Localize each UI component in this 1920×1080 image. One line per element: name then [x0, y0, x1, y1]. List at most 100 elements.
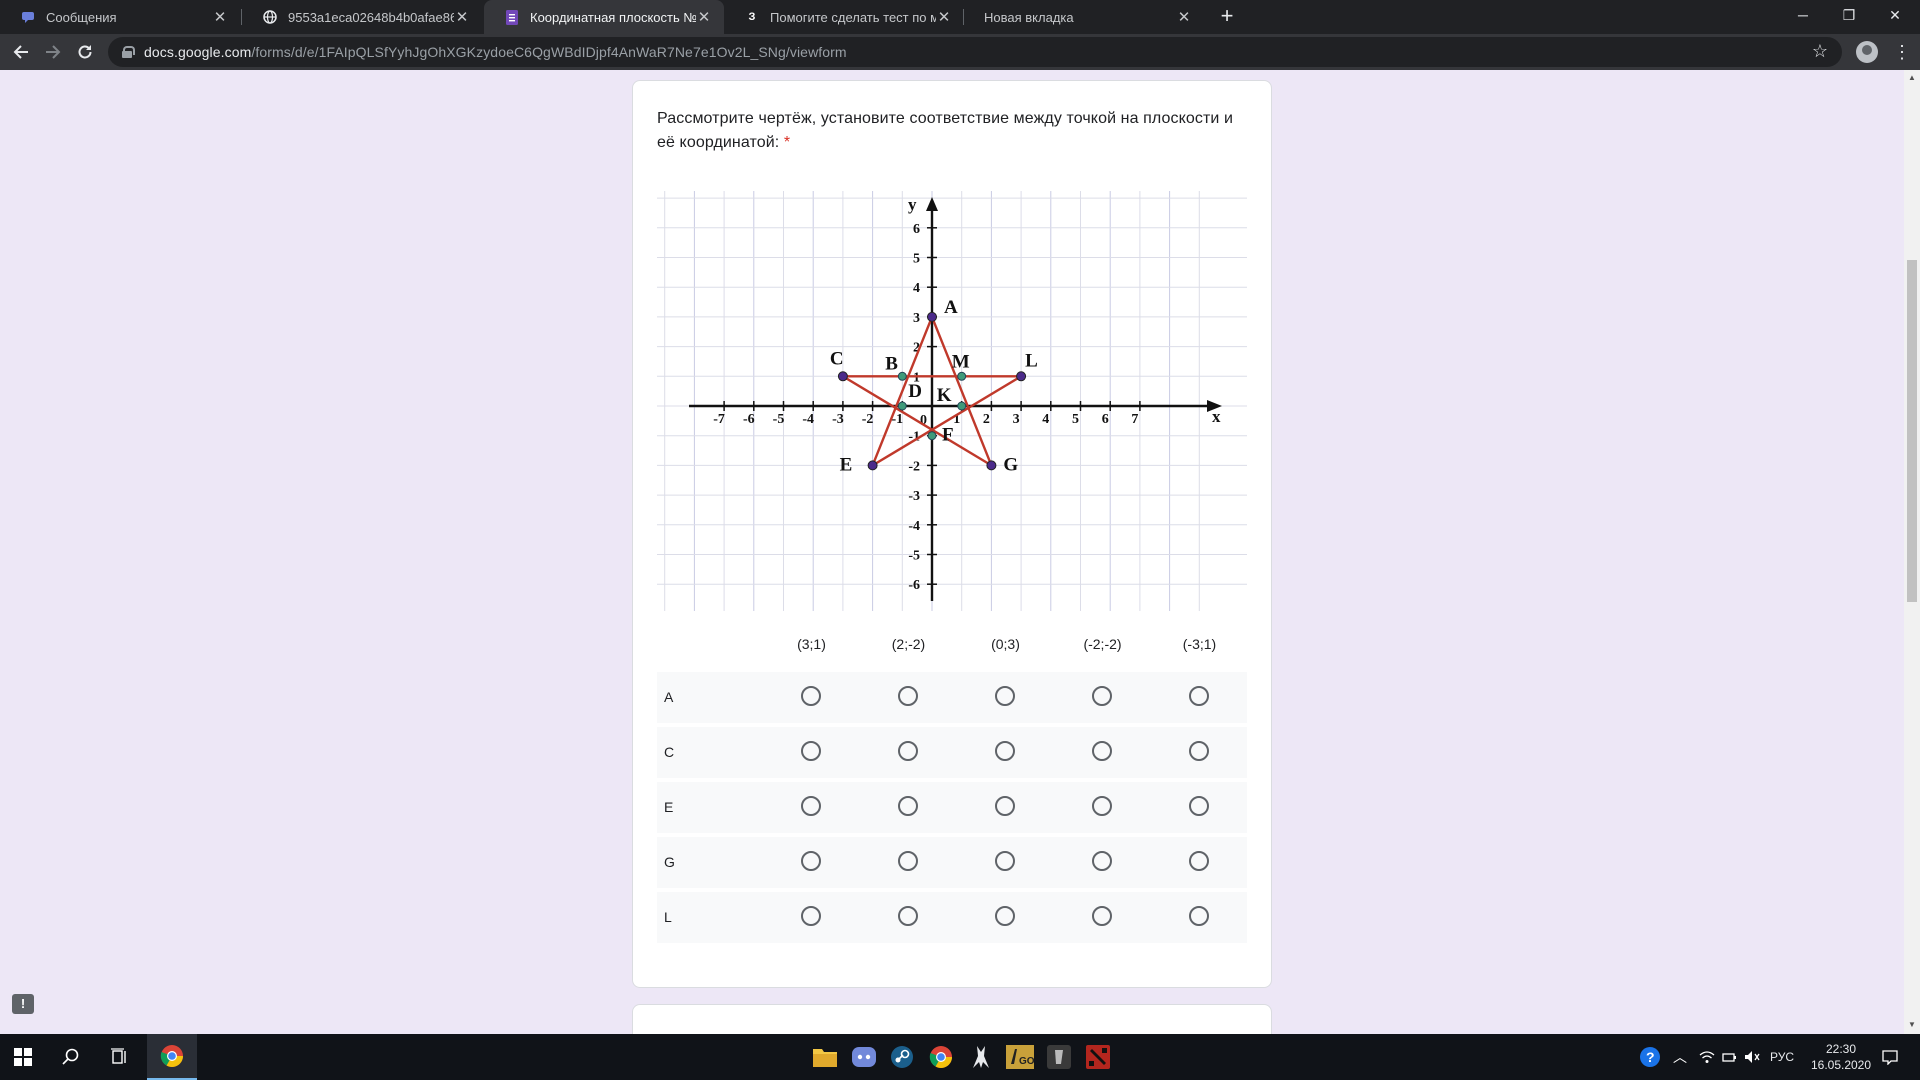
point-a	[927, 311, 937, 322]
next-question-card	[632, 1004, 1272, 1034]
radio-g-option-4[interactable]	[1092, 851, 1112, 871]
radio-l-option-4[interactable]	[1092, 906, 1112, 926]
restore-button[interactable]: ❐	[1826, 0, 1872, 30]
y-tick-label: -2	[908, 459, 920, 474]
close-window-button[interactable]: ✕	[1872, 0, 1918, 30]
close-tab-icon[interactable]: ✕	[212, 8, 228, 26]
radio-l-option-3[interactable]	[995, 906, 1015, 926]
help-tray-icon[interactable]: ?	[1630, 1034, 1670, 1080]
app-tile-icon	[1047, 1045, 1071, 1069]
taskbar-chrome-active[interactable]	[147, 1034, 197, 1080]
grid-column-header: (3;1)	[797, 636, 826, 652]
profile-avatar[interactable]	[1856, 41, 1878, 63]
radio-c-option-4[interactable]	[1092, 741, 1112, 761]
radio-l-option-5[interactable]	[1189, 906, 1209, 926]
back-button[interactable]	[7, 38, 35, 66]
point-g	[986, 460, 997, 471]
radio-l-option-1[interactable]	[801, 906, 821, 926]
browser-menu-icon[interactable]: ⋮	[1893, 38, 1911, 66]
radio-g-option-1[interactable]	[801, 851, 821, 871]
close-tab-icon[interactable]: ✕	[936, 8, 952, 26]
x-tick-label: 7	[1131, 412, 1138, 427]
point-label-a: A	[944, 297, 958, 318]
wifi-icon	[1699, 1051, 1715, 1063]
address-bar[interactable]: docs.google.com/forms/d/e/1FAIpQLSfYyhJg…	[108, 37, 1842, 67]
question-title: Рассмотрите чертёж, установите соответст…	[657, 107, 1247, 155]
radio-a-option-3[interactable]	[995, 686, 1015, 706]
chrome-icon	[160, 1045, 183, 1067]
radio-e-option-4[interactable]	[1092, 796, 1112, 816]
speaker-icon	[1745, 1051, 1760, 1063]
radio-e-option-5[interactable]	[1189, 796, 1209, 816]
point-label-b: B	[885, 353, 898, 374]
windows-logo-icon	[14, 1048, 32, 1066]
tab-image-hash[interactable]: 9553a1eca02648b4b0afae868414 ✕	[242, 0, 482, 34]
clock-time[interactable]: 22:30	[1818, 1042, 1864, 1056]
x-tick-label: -5	[773, 412, 785, 427]
point-label-l: L	[1025, 350, 1038, 371]
forward-button[interactable]	[39, 38, 67, 66]
tray-expand-chevron-icon[interactable]: ︿	[1665, 1034, 1695, 1080]
bookmark-star-icon[interactable]: ☆	[1812, 41, 1828, 62]
radio-a-option-4[interactable]	[1092, 686, 1112, 706]
reload-icon	[78, 45, 92, 59]
windows-start-button[interactable]	[0, 1034, 46, 1080]
radio-e-option-3[interactable]	[995, 796, 1015, 816]
question-text: Рассмотрите чертёж, установите соответст…	[657, 110, 1234, 151]
close-tab-icon[interactable]: ✕	[1176, 8, 1192, 26]
required-asterisk: *	[783, 134, 791, 151]
point-label-f: F	[942, 425, 954, 446]
task-view-button[interactable]	[96, 1034, 142, 1080]
radio-g-option-2[interactable]	[898, 851, 918, 871]
volume-tray-icon[interactable]	[1737, 1034, 1767, 1080]
radio-a-option-1[interactable]	[801, 686, 821, 706]
y-axis-label: y	[908, 195, 917, 214]
clock-date[interactable]: 16.05.2020	[1810, 1058, 1872, 1072]
radio-c-option-1[interactable]	[801, 741, 821, 761]
report-feedback-icon[interactable]: !	[12, 994, 34, 1014]
tab-title: 9553a1eca02648b4b0afae868414	[288, 9, 454, 25]
coordinate-plane-figure: xy0-7 -6 -5 -4 -3 -2 -1 1 2 3 4 5 6 7654321-1-2-3-4-5…	[657, 191, 1247, 611]
tab-new-tab[interactable]: Новая вкладка ✕	[964, 0, 1204, 34]
radio-e-option-2[interactable]	[898, 796, 918, 816]
radio-c-option-3[interactable]	[995, 741, 1015, 761]
minimize-button[interactable]: ─	[1780, 0, 1826, 30]
point-k	[957, 401, 967, 411]
radio-a-option-5[interactable]	[1189, 686, 1209, 706]
close-tab-icon[interactable]: ✕	[454, 8, 470, 26]
language-indicator[interactable]: РУС	[1770, 1050, 1794, 1064]
tab-google-form[interactable]: Координатная плоскость №2, 6 ✕	[484, 0, 724, 34]
new-tab-button[interactable]: +	[1213, 2, 1241, 30]
radio-c-option-2[interactable]	[898, 741, 918, 761]
lock-icon	[122, 46, 135, 58]
close-tab-icon[interactable]: ✕	[696, 8, 712, 26]
taskbar-dota2[interactable]	[1075, 1034, 1121, 1080]
page-scrollbar[interactable]: ▲ ▼	[1904, 70, 1920, 1034]
search-icon	[62, 1048, 79, 1065]
point-label-k: K	[937, 385, 952, 406]
radio-g-option-5[interactable]	[1189, 851, 1209, 871]
tab-messages[interactable]: Сообщения ✕	[0, 0, 240, 34]
radio-l-option-2[interactable]	[898, 906, 918, 926]
x-tick-label: -2	[862, 412, 874, 427]
radio-g-option-3[interactable]	[995, 851, 1015, 871]
radio-a-option-2[interactable]	[898, 686, 918, 706]
point-f	[927, 431, 937, 441]
notifications-button[interactable]	[1870, 1034, 1910, 1080]
x-tick-label: 2	[983, 412, 990, 427]
grid-row-label: C	[664, 744, 675, 760]
reload-button[interactable]	[71, 38, 99, 66]
scroll-down-arrow-icon[interactable]: ▼	[1907, 1020, 1917, 1030]
forward-arrow-icon	[46, 45, 61, 59]
point-b	[897, 371, 907, 381]
y-tick-label: 5	[913, 252, 920, 267]
grid-row-label: E	[664, 799, 674, 815]
scrollbar-thumb[interactable]	[1907, 260, 1917, 602]
search-button[interactable]	[48, 1034, 94, 1080]
scroll-up-arrow-icon[interactable]: ▲	[1907, 73, 1917, 83]
dota2-icon	[1086, 1045, 1110, 1069]
tab-znanija[interactable]: З Помогите сделать тест по мате ✕	[724, 0, 964, 34]
radio-c-option-5[interactable]	[1189, 741, 1209, 761]
radio-e-option-1[interactable]	[801, 796, 821, 816]
discord-icon	[852, 1047, 876, 1067]
